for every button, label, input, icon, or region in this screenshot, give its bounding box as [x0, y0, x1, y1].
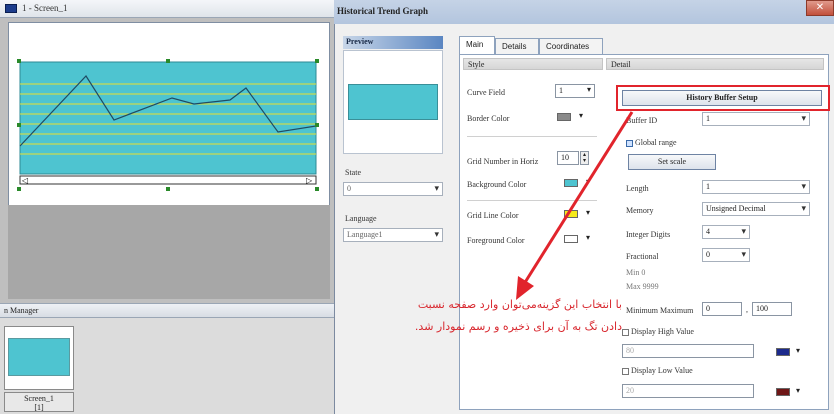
minimum-input[interactable]: 0 — [702, 302, 742, 316]
chevron-down-icon: ▾ — [796, 346, 801, 355]
scroll-left-icon: ◁ — [21, 176, 28, 185]
chevron-down-icon: ▾ — [586, 85, 591, 94]
high-color-swatch — [776, 348, 790, 356]
display-low-checkbox[interactable]: Display Low Value — [622, 366, 693, 375]
screen-tab-title[interactable]: 1 - Screen_1 — [0, 0, 334, 18]
close-button[interactable]: ✕ — [806, 0, 834, 16]
high-color-picker[interactable]: ▾ — [776, 346, 810, 358]
annotation-text-line1: با انتخاب این گزینه‌می‌توان وارد صفحه نس… — [417, 298, 622, 311]
dialog-title: Historical Trend Graph — [334, 0, 834, 24]
length-select[interactable]: 1 — [702, 180, 810, 194]
checkbox-icon — [622, 328, 629, 336]
resize-handle — [17, 187, 21, 191]
resize-handle — [166, 59, 170, 63]
screen-icon — [5, 4, 17, 13]
canvas-outside-area — [8, 205, 330, 299]
tab-main[interactable]: Main — [459, 36, 495, 55]
resize-handle — [166, 187, 170, 191]
buffer-id-select[interactable]: 1 — [702, 112, 810, 126]
tab-details[interactable]: Details — [495, 38, 539, 54]
preview-header: Preview — [343, 36, 443, 49]
resize-handle — [315, 123, 319, 127]
high-value-input[interactable]: 80 — [622, 344, 754, 358]
curve-field-select[interactable]: 1 ▾ — [555, 84, 595, 98]
thumbnail-name: Screen_1 — [24, 394, 54, 403]
display-low-label: Display Low Value — [631, 366, 693, 375]
graph-scrollbar — [19, 175, 317, 185]
maximum-input[interactable]: 100 — [752, 302, 792, 316]
low-color-picker[interactable]: ▾ — [776, 386, 810, 398]
resize-handle — [315, 59, 319, 63]
resize-handle — [17, 123, 21, 127]
screen-manager-title: n Manager — [0, 303, 334, 318]
language-label: Language — [345, 214, 377, 223]
display-high-checkbox[interactable]: Display High Value — [622, 327, 694, 336]
trend-graph-area — [19, 61, 317, 175]
resize-handle — [17, 59, 21, 63]
style-section-header: Style — [463, 58, 603, 70]
screen-thumbnail-image — [8, 338, 70, 376]
language-select[interactable]: Language1 — [343, 228, 443, 242]
range-separator: , — [746, 305, 748, 314]
resize-handle — [315, 187, 319, 191]
fractional-select[interactable]: 0 — [702, 248, 750, 262]
state-label: State — [345, 168, 361, 177]
low-color-swatch — [776, 388, 790, 396]
highlight-box — [616, 85, 830, 111]
low-value-input[interactable]: 20 — [622, 384, 754, 398]
curve-field-label: Curve Field — [467, 88, 505, 97]
detail-section-header: Detail — [606, 58, 824, 70]
annotation-arrow — [516, 111, 634, 300]
set-scale-button[interactable]: Set scale — [628, 154, 716, 170]
state-select[interactable]: 0 — [343, 182, 443, 196]
display-high-label: Display High Value — [631, 327, 694, 336]
integer-digits-select[interactable]: 4 — [702, 225, 750, 239]
thumbnail-index: [1] — [34, 403, 44, 412]
tab-coordinates[interactable]: Coordinates — [539, 38, 603, 54]
chevron-down-icon: ▾ — [796, 386, 801, 395]
checkbox-icon — [622, 367, 629, 375]
scroll-right-icon: ▷ — [306, 176, 313, 185]
preview-label: Preview — [346, 37, 374, 46]
curve-field-value: 1 — [559, 86, 563, 95]
screen-thumbnail-label[interactable]: Screen_1 [1] — [4, 392, 74, 412]
preview-image — [348, 84, 438, 120]
memory-select[interactable]: Unsigned Decimal — [702, 202, 810, 216]
trend-graph-object[interactable]: ◁ ▷ — [16, 58, 320, 192]
global-range-label: Global range — [635, 138, 677, 147]
annotation-text-line2: دادن تگ به آن برای ذخیره و رسم نمودار شد… — [414, 320, 622, 333]
